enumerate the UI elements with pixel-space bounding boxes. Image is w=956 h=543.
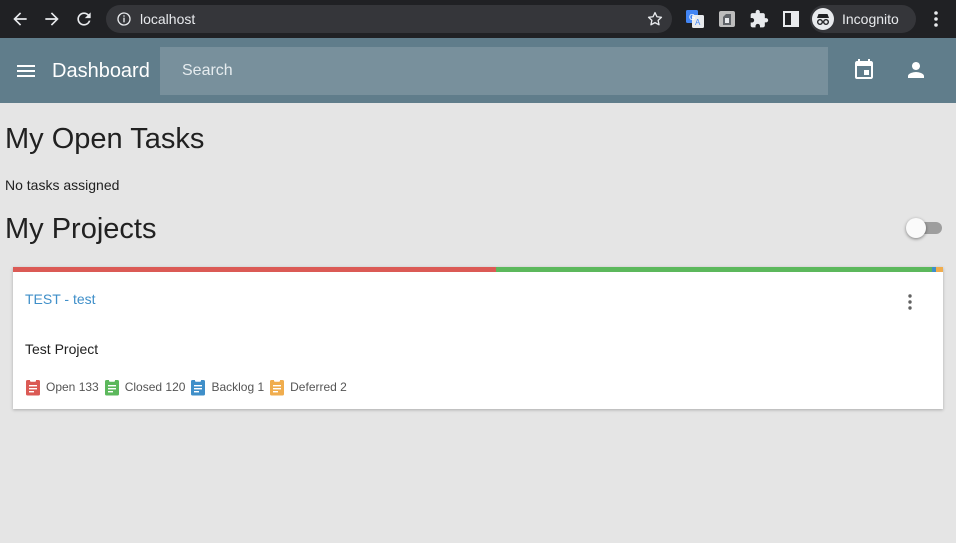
search-box[interactable]	[160, 47, 828, 95]
google-translate-icon[interactable]: GA	[685, 9, 705, 29]
clipboard-icon	[191, 378, 206, 396]
incognito-label: Incognito	[842, 11, 899, 27]
stat-deferred[interactable]: Deferred 2	[269, 378, 347, 396]
menu-icon[interactable]	[14, 59, 38, 83]
projects-toggle[interactable]	[906, 218, 942, 238]
search-input[interactable]	[160, 47, 828, 95]
info-icon[interactable]	[116, 11, 132, 27]
clipboard-icon	[270, 378, 285, 396]
project-description: Test Project	[25, 341, 99, 357]
toggle-thumb	[906, 218, 926, 238]
stat-open[interactable]: Open 133	[25, 378, 99, 396]
arrow-right-icon	[45, 12, 59, 26]
star-icon[interactable]	[646, 10, 664, 28]
project-title-link[interactable]: TEST - test	[25, 291, 96, 307]
arrow-left-icon	[13, 12, 27, 26]
progress-segment-open	[13, 267, 497, 272]
reload-button[interactable]	[72, 7, 96, 31]
project-card: TEST - test Test Project Open 133 Closed…	[13, 267, 943, 409]
browser-menu-icon[interactable]	[928, 9, 944, 29]
side-panel-icon[interactable]	[781, 9, 801, 29]
stat-label: Open 133	[46, 380, 99, 394]
clipboard-icon	[104, 378, 119, 396]
stat-backlog[interactable]: Backlog 1	[190, 378, 264, 396]
app-toolbar: Dashboard	[0, 38, 956, 103]
url-text[interactable]: localhost	[140, 11, 195, 27]
browser-chrome: localhost GA Incognito	[0, 0, 956, 38]
address-bar[interactable]: localhost	[106, 5, 672, 33]
progress-segment-closed	[496, 267, 933, 272]
project-progress-bar	[13, 267, 943, 272]
more-vert-icon[interactable]	[901, 292, 919, 312]
app-title[interactable]: Dashboard	[52, 58, 150, 84]
account-icon[interactable]	[904, 58, 928, 82]
stat-label: Closed 120	[124, 380, 186, 394]
forward-button[interactable]	[40, 7, 64, 31]
stat-label: Backlog 1	[211, 380, 265, 394]
incognito-profile[interactable]: Incognito	[810, 5, 916, 33]
stat-closed[interactable]: Closed 120	[104, 378, 186, 396]
puzzle-icon[interactable]	[749, 9, 769, 29]
progress-segment-deferred	[935, 267, 943, 272]
back-button[interactable]	[8, 7, 32, 31]
extension-icon[interactable]	[717, 9, 737, 29]
stat-label: Deferred 2	[290, 380, 347, 394]
reload-icon	[77, 12, 91, 26]
clipboard-icon	[26, 378, 40, 396]
open-tasks-heading: My Open Tasks	[5, 123, 205, 155]
svg-text:A: A	[695, 18, 701, 27]
projects-heading: My Projects	[5, 213, 157, 245]
project-stats: Open 133 Closed 120 Backlog 1 Deferred 2	[25, 378, 352, 396]
calendar-icon[interactable]	[852, 58, 876, 82]
incognito-icon	[812, 8, 834, 30]
no-tasks-text: No tasks assigned	[5, 177, 120, 193]
